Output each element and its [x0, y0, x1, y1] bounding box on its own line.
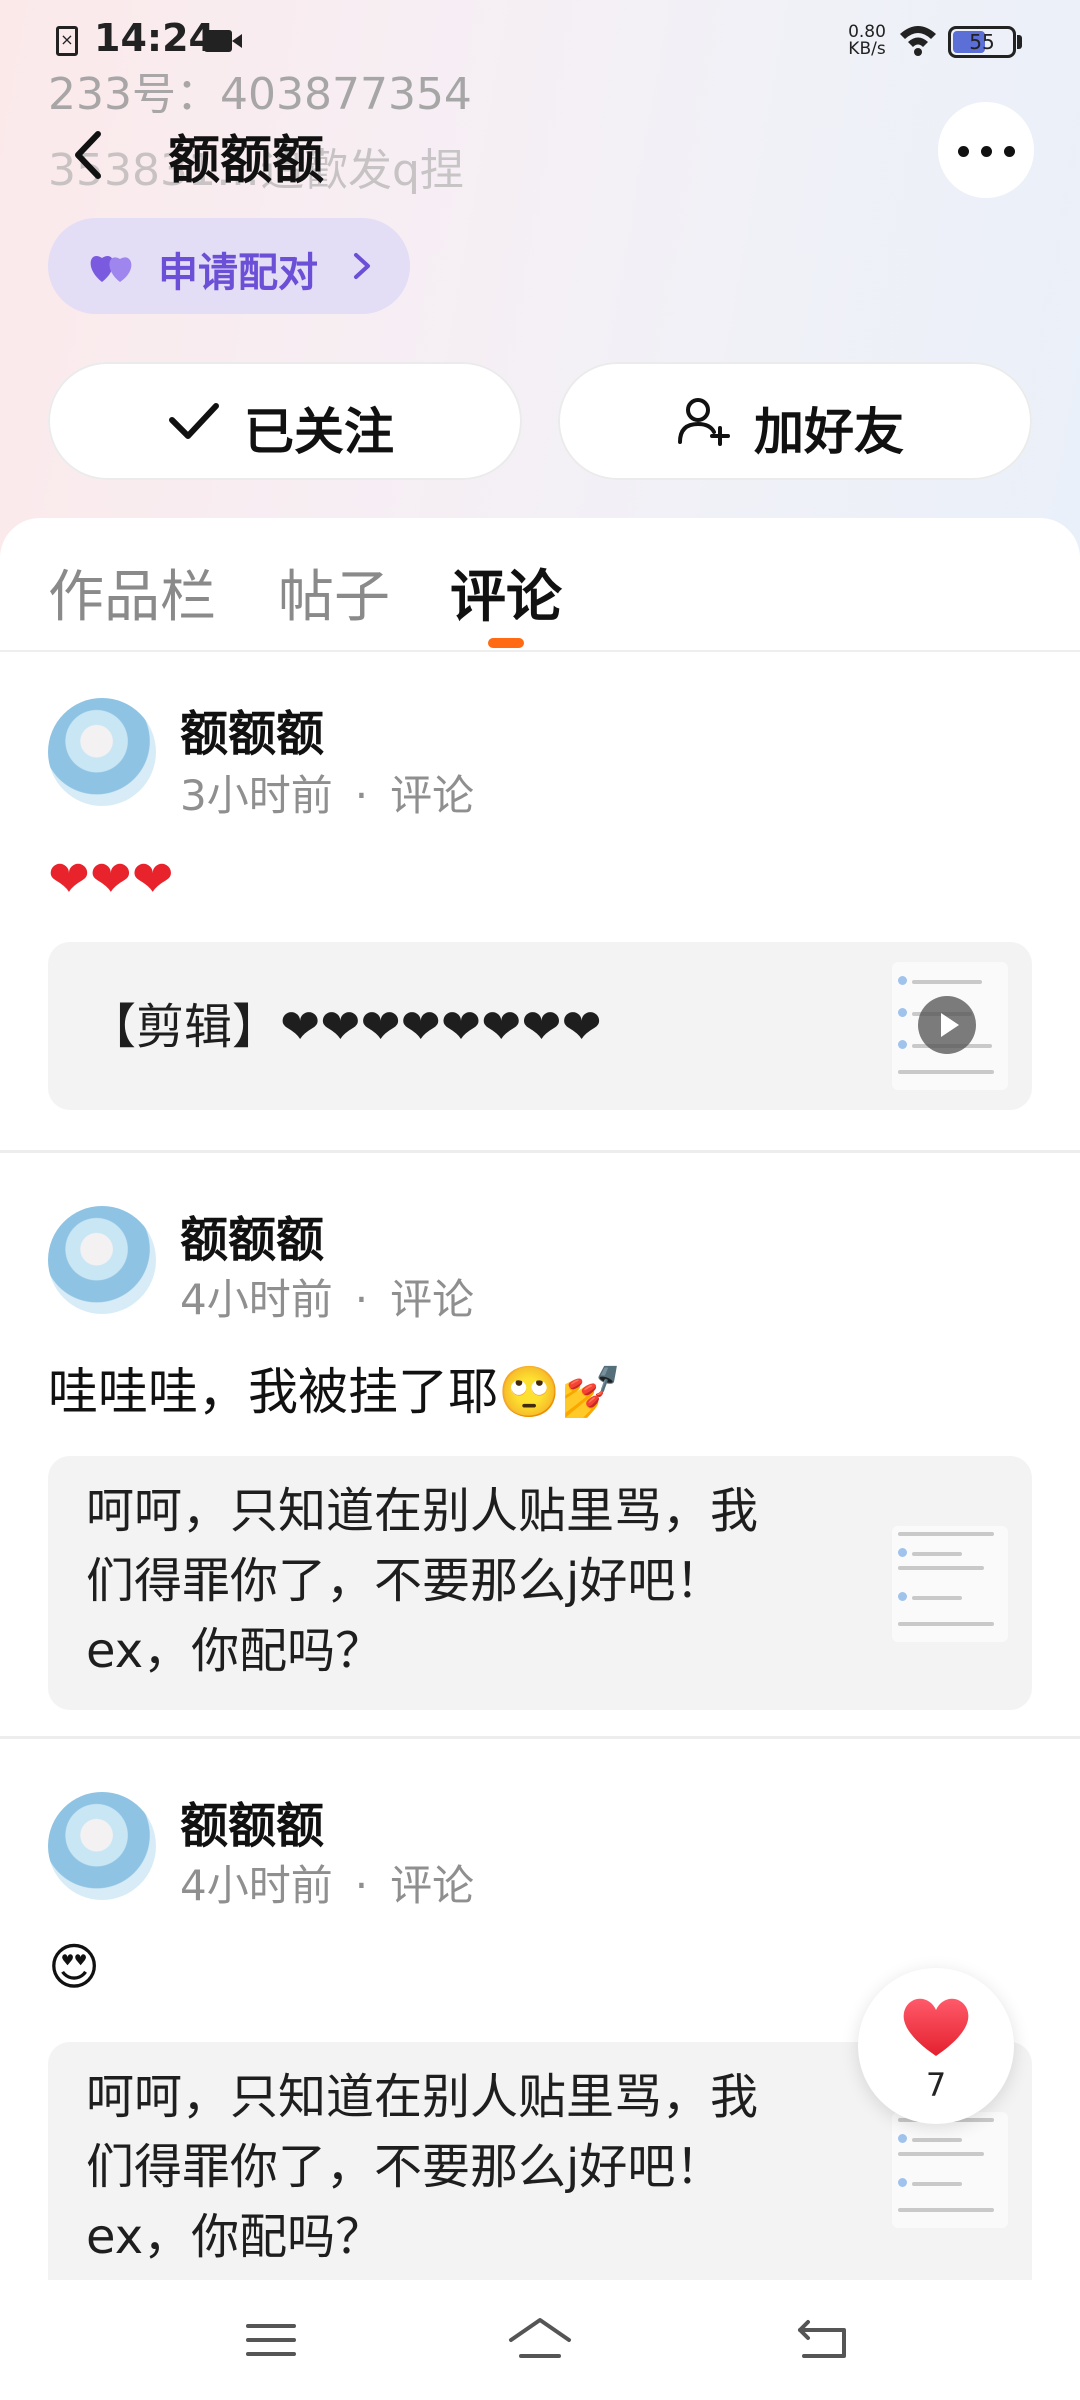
like-count: 7 [925, 2066, 947, 2104]
divider [0, 1736, 1080, 1739]
comment-meta: 4小时前 · 评论 [180, 1275, 475, 1324]
network-speed: 0.80 KB/s [842, 24, 892, 58]
add-friend-button[interactable]: 加好友 [558, 362, 1032, 480]
avatar[interactable] [48, 698, 156, 806]
comment-type: 评论 [390, 1861, 475, 1910]
comment-item[interactable]: 额额额 4小时前 · 评论 哇哇哇，我被挂了耶🙄💅 呵呵，只知道在别人贴里骂，我 们… [0, 1156, 1080, 1736]
heart-icon [903, 1998, 969, 2056]
menu-icon[interactable] [238, 2310, 304, 2370]
system-navigation-bar [0, 2280, 1080, 2400]
author-name[interactable]: 额额额 [180, 1786, 324, 1856]
image-thumbnail [892, 1526, 1008, 1642]
add-person-icon [678, 398, 730, 446]
quoted-line: 呵呵，只知道在别人贴里骂，我 [86, 1483, 759, 1539]
more-dot-icon [1004, 146, 1015, 157]
double-heart-icon [90, 256, 132, 282]
following-label: 已关注 [244, 403, 394, 461]
active-tab-indicator [488, 638, 524, 648]
author-name[interactable]: 额额额 [180, 694, 324, 764]
check-icon [169, 403, 219, 439]
back-arrow-icon[interactable] [56, 120, 126, 190]
quoted-post-text: 【剪辑】❤❤❤❤❤❤❤❤ [88, 992, 602, 1062]
comment-meta: 3小时前 · 评论 [180, 771, 475, 820]
chevron-right-icon [354, 253, 370, 279]
home-icon[interactable] [507, 2310, 573, 2370]
quoted-post-card[interactable]: 【剪辑】❤❤❤❤❤❤❤❤ [48, 942, 1032, 1110]
comment-time: 4小时前 [180, 1861, 333, 1910]
more-dot-icon [981, 146, 992, 157]
no-sim-icon: × [56, 26, 78, 56]
battery-icon: 55 [948, 26, 1016, 58]
comment-time: 4小时前 [180, 1275, 333, 1324]
page-title: 额额额 [168, 131, 325, 191]
quoted-post-title: 【剪辑】❤❤❤❤❤❤❤❤ [88, 999, 602, 1055]
divider [0, 1150, 1080, 1153]
quoted-line: ex，你配吗？ [86, 2209, 384, 2265]
quoted-line: 呵呵，只知道在别人贴里骂，我 [86, 2069, 759, 2125]
request-pair-label: 申请配对 [158, 250, 318, 296]
quoted-line: 们得罪你了，不要那么j好吧！ [86, 2139, 724, 2195]
battery-level: 55 [969, 30, 995, 54]
profile-id-line: 233号：403877354 [48, 69, 472, 120]
more-dot-icon [958, 146, 969, 157]
video-thumbnail [892, 962, 1008, 1090]
tab-posts[interactable]: 帖子 [278, 552, 390, 633]
quoted-line: ex，你配吗？ [86, 1623, 384, 1679]
tab-bar: 作品栏 帖子 评论 [0, 518, 1080, 652]
quoted-post-text: 呵呵，只知道在别人贴里骂，我 们得罪你了，不要那么j好吧！ ex，你配吗？ [86, 1476, 758, 1686]
back-nav-icon[interactable] [790, 2310, 856, 2370]
comment-text: ❤❤❤ [48, 850, 174, 908]
tab-works[interactable]: 作品栏 [48, 552, 216, 633]
battery-tip [1017, 35, 1022, 49]
comment-meta: 4小时前 · 评论 [180, 1861, 475, 1910]
image-thumbnail [892, 2112, 1008, 2228]
quoted-line: 们得罪你了，不要那么j好吧！ [86, 1553, 724, 1609]
status-time: 14:24 [94, 16, 215, 60]
network-speed-unit: KB/s [848, 39, 886, 59]
comment-time: 3小时前 [180, 771, 333, 820]
request-pair-button[interactable]: 申请配对 [48, 218, 410, 314]
add-friend-label: 加好友 [754, 403, 904, 461]
comment-type: 评论 [390, 771, 475, 820]
tab-comments[interactable]: 评论 [450, 552, 562, 633]
like-button[interactable]: 7 [858, 1968, 1014, 2124]
wifi-icon [900, 26, 936, 56]
avatar[interactable] [48, 1792, 156, 1900]
comment-item[interactable]: 额额额 3小时前 · 评论 ❤❤❤ 【剪辑】❤❤❤❤❤❤❤❤ [0, 652, 1080, 1150]
play-icon [918, 996, 976, 1054]
comment-text: 哇哇哇，我被挂了耶🙄💅 [48, 1363, 623, 1421]
more-options-button[interactable] [938, 102, 1034, 198]
video-record-icon [204, 30, 242, 52]
quoted-post-text: 呵呵，只知道在别人贴里骂，我 们得罪你了，不要那么j好吧！ ex，你配吗？ [86, 2062, 758, 2272]
quoted-post-card[interactable]: 呵呵，只知道在别人贴里骂，我 们得罪你了，不要那么j好吧！ ex，你配吗？ [48, 1456, 1032, 1710]
author-name[interactable]: 额额额 [180, 1200, 324, 1270]
comment-type: 评论 [390, 1275, 475, 1324]
comment-text: 😍 [48, 1938, 101, 1996]
avatar[interactable] [48, 1206, 156, 1314]
following-button[interactable]: 已关注 [48, 362, 522, 480]
